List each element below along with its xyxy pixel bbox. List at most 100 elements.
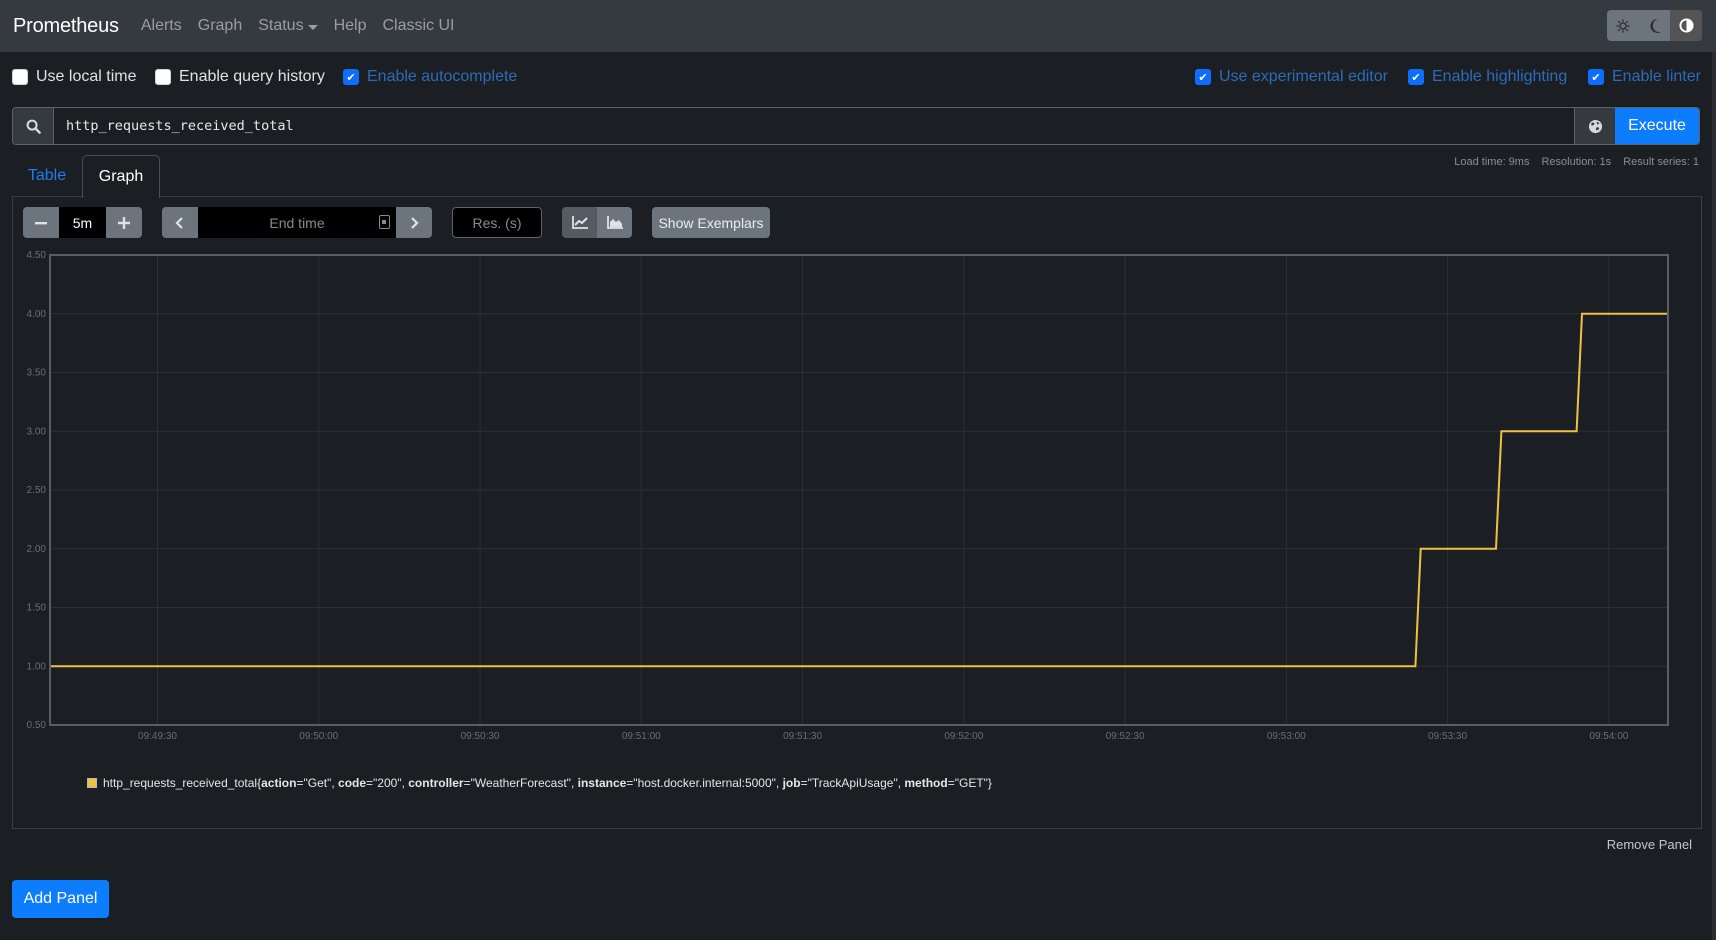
enable-autocomplete-checkbox[interactable]: ✔ (343, 69, 359, 85)
execute-button[interactable]: Execute (1615, 108, 1699, 144)
legend-label-pair: job="TrackApiUsage", (783, 776, 905, 790)
decrease-range-button[interactable] (23, 207, 59, 238)
enable-autocomplete-label: Enable autocomplete (367, 68, 518, 85)
check-icon: ✔ (1591, 71, 1601, 84)
legend-label-value: ="200", (366, 776, 409, 790)
enable-query-history-label: Enable query history (179, 68, 325, 85)
theme-toggle-group (1607, 10, 1702, 41)
caret-down-icon (307, 24, 318, 30)
use-experimental-editor-checkbox[interactable]: ✔ (1195, 69, 1211, 85)
line-chart-icon (571, 216, 588, 229)
legend-label-key: controller (408, 776, 464, 790)
y-tick-label: 1.00 (27, 661, 47, 672)
y-gridlines (50, 254, 1668, 726)
resolution: Resolution: 1s (1541, 156, 1612, 168)
x-axis-ticks: 09:49:30 09:50:00 09:50:30 09:51:00 09:51:30… (138, 731, 1629, 742)
previous-time-button[interactable] (162, 207, 198, 238)
y-tick-label: 3.00 (27, 426, 47, 437)
nav-alerts[interactable]: Alerts (141, 17, 182, 35)
x-tick-label: 09:50:00 (299, 731, 338, 742)
y-tick-label: 4.50 (27, 250, 47, 261)
legend-label-value: ="WeatherForecast", (463, 776, 578, 790)
remove-panel-link[interactable]: Remove Panel (1607, 837, 1692, 852)
legend-label-value: ="host.docker.internal:5000", (626, 776, 783, 790)
add-panel-button[interactable]: Add Panel (12, 880, 109, 918)
legend-label-pair: code="200", (338, 776, 408, 790)
nav-classic-ui[interactable]: Classic UI (382, 17, 454, 35)
y-tick-label: 1.50 (27, 603, 47, 614)
use-local-time-checkbox[interactable] (12, 69, 28, 85)
y-tick-label: 2.00 (27, 544, 47, 555)
tab-graph[interactable]: Graph (82, 155, 160, 198)
next-time-button[interactable] (396, 207, 432, 238)
use-local-time-option[interactable]: Use local time (12, 68, 136, 86)
legend-label-pair: method="GET" (904, 776, 988, 790)
nav-status-label: Status (258, 17, 304, 34)
x-tick-label: 09:51:00 (622, 731, 661, 742)
x-tick-label: 09:54:00 (1589, 731, 1628, 742)
graph-chart[interactable]: 0.50 1.00 1.50 2.00 2.50 3.00 3.50 4.00 4.50 09:… (0, 240, 1716, 750)
nav-status-dropdown[interactable]: Status (258, 17, 318, 35)
legend-item[interactable]: http_requests_received_total{action="Get… (87, 776, 992, 790)
enable-query-history-option[interactable]: Enable query history (155, 68, 325, 86)
search-icon-container (13, 108, 54, 144)
enable-autocomplete-option[interactable]: ✔ Enable autocomplete (343, 68, 517, 86)
legend-label-key: job (782, 776, 801, 790)
minus-icon (35, 221, 47, 224)
show-exemplars-button[interactable]: Show Exemplars (652, 207, 770, 238)
use-local-time-label: Use local time (36, 68, 137, 85)
chevron-left-icon (175, 216, 183, 229)
theme-auto-button[interactable] (1670, 10, 1702, 41)
end-time-input[interactable]: End time (198, 207, 396, 238)
enable-linter-checkbox[interactable]: ✔ (1588, 69, 1604, 85)
nav-graph[interactable]: Graph (198, 17, 242, 35)
theme-light-button[interactable] (1607, 10, 1639, 41)
legend-label-pair: controller="WeatherForecast", (408, 776, 577, 790)
legend-label-value: ="TrackApiUsage", (800, 776, 905, 790)
search-icon (26, 119, 41, 134)
y-tick-label: 3.50 (27, 368, 47, 379)
enable-highlighting-option[interactable]: ✔ Enable highlighting (1408, 68, 1567, 86)
enable-query-history-checkbox[interactable] (155, 69, 171, 85)
enable-linter-option[interactable]: ✔ Enable linter (1588, 68, 1701, 86)
legend-label-key: code (338, 776, 367, 790)
query-expression-input[interactable]: http_requests_received_total (54, 108, 1574, 144)
moon-icon (1649, 18, 1661, 33)
nav-help[interactable]: Help (334, 17, 367, 35)
enable-highlighting-checkbox[interactable]: ✔ (1408, 69, 1424, 85)
legend-close-brace: } (987, 776, 992, 790)
x-tick-label: 09:49:30 (138, 731, 177, 742)
area-chart-icon (606, 216, 623, 229)
chart-type-group (562, 207, 632, 238)
range-input[interactable]: 5m (59, 207, 106, 238)
legend-label-value: ="Get", (296, 776, 339, 790)
enable-linter-label: Enable linter (1612, 68, 1701, 85)
x-tick-label: 09:52:00 (944, 731, 983, 742)
check-icon: ✔ (1411, 71, 1421, 84)
end-time-placeholder: End time (269, 214, 325, 231)
tab-table[interactable]: Table (12, 155, 82, 197)
brand-logo[interactable]: Prometheus (13, 15, 119, 38)
stacked-chart-button[interactable] (597, 207, 632, 238)
line-chart-button[interactable] (562, 207, 597, 238)
navbar: Prometheus Alerts Graph Status Help Clas… (0, 0, 1716, 52)
chevron-right-icon (411, 216, 419, 229)
y-axis-ticks: 0.50 1.00 1.50 2.00 2.50 3.00 3.50 4.00 4.50 (27, 250, 47, 731)
x-tick-label: 09:53:00 (1267, 731, 1306, 742)
metrics-explorer-button[interactable] (1574, 108, 1615, 144)
resolution-input[interactable]: Res. (s) (452, 207, 542, 238)
theme-dark-button[interactable] (1639, 10, 1671, 41)
result-series: Result series: 1 (1623, 156, 1699, 168)
use-experimental-editor-option[interactable]: ✔ Use experimental editor (1195, 68, 1388, 86)
load-time: Load time: 9ms (1454, 156, 1530, 168)
legend-metric-name: http_requests_received_total (103, 776, 258, 790)
end-time-input-group: End time (162, 207, 432, 238)
globe-icon (1588, 119, 1602, 133)
x-tick-label: 09:51:30 (783, 731, 822, 742)
enable-highlighting-label: Enable highlighting (1432, 68, 1568, 85)
sun-icon (1616, 18, 1630, 33)
y-tick-label: 2.50 (27, 485, 47, 496)
calendar-icon[interactable] (379, 215, 390, 229)
increase-range-button[interactable] (106, 207, 142, 238)
query-stats: Load time: 9ms Resolution: 1s Result ser… (1454, 156, 1699, 168)
